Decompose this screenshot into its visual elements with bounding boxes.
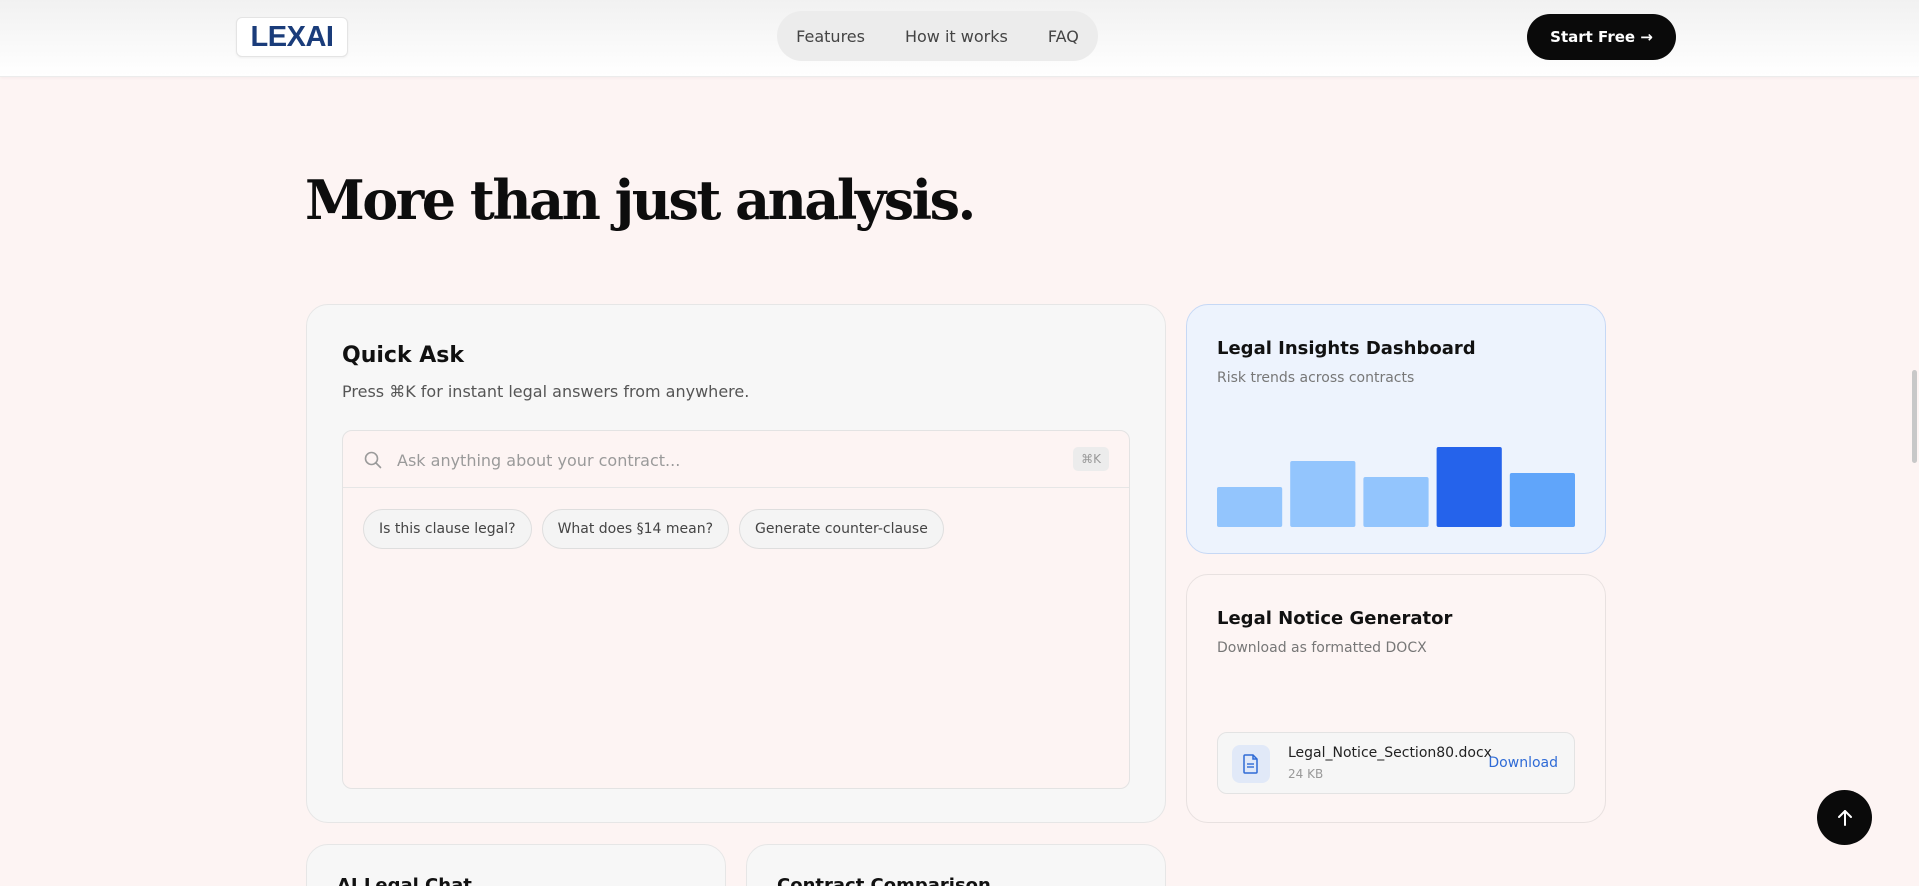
risk-bar-chart: [1217, 447, 1575, 527]
risk-bar: [1436, 447, 1502, 527]
file-size: 24 KB: [1288, 767, 1324, 781]
file-name: Legal_Notice_Section80.docx: [1288, 745, 1492, 761]
insights-title: Legal Insights Dashboard: [1217, 338, 1476, 359]
section-heading: More than just analysis.: [305, 168, 976, 232]
ai-legal-chat-card: AI Legal Chat: [306, 844, 726, 886]
quick-ask-card: Quick Ask Press ⌘K for instant legal ans…: [306, 304, 1166, 823]
search-row: ⌘K: [343, 431, 1129, 488]
ai-legal-chat-title: AI Legal Chat: [337, 875, 472, 886]
main-nav: Features How it works FAQ: [777, 11, 1098, 61]
start-free-button[interactable]: Start Free →: [1527, 14, 1676, 60]
download-link[interactable]: Download: [1488, 755, 1558, 771]
nav-how-it-works[interactable]: How it works: [905, 27, 1008, 46]
quick-ask-panel: ⌘K Is this clause legal? What does §14 m…: [342, 430, 1130, 789]
risk-bar: [1509, 473, 1575, 527]
risk-bar: [1363, 477, 1429, 527]
notice-title: Legal Notice Generator: [1217, 608, 1453, 629]
notice-subtitle: Download as formatted DOCX: [1217, 640, 1427, 656]
quick-ask-title: Quick Ask: [342, 343, 464, 368]
nav-faq[interactable]: FAQ: [1048, 27, 1079, 46]
suggestion-chip[interactable]: Generate counter-clause: [739, 509, 944, 549]
logo-text: LEXAI: [250, 20, 334, 53]
contract-comparison-title: Contract Comparison: [777, 875, 991, 886]
risk-bar: [1290, 461, 1356, 527]
search-icon: [364, 451, 382, 469]
scroll-to-top-button[interactable]: [1817, 790, 1872, 845]
nav-features[interactable]: Features: [796, 27, 865, 46]
quick-ask-input[interactable]: [397, 445, 1037, 475]
file-item: Legal_Notice_Section80.docx 24 KB Downlo…: [1217, 732, 1575, 794]
quick-ask-subtitle: Press ⌘K for instant legal answers from …: [342, 382, 750, 401]
document-icon: [1232, 745, 1270, 783]
logo[interactable]: LEXAI: [236, 17, 348, 57]
arrow-up-icon: [1837, 809, 1852, 826]
contract-comparison-card: Contract Comparison: [746, 844, 1166, 886]
page-scrollbar[interactable]: [1912, 370, 1917, 463]
site-header: LEXAI Features How it works FAQ Start Fr…: [0, 0, 1919, 77]
insights-subtitle: Risk trends across contracts: [1217, 370, 1415, 386]
notice-card: Legal Notice Generator Download as forma…: [1186, 574, 1606, 823]
insights-card[interactable]: Legal Insights Dashboard Risk trends acr…: [1186, 304, 1606, 554]
suggestion-chip[interactable]: Is this clause legal?: [363, 509, 532, 549]
shortcut-badge: ⌘K: [1073, 447, 1109, 471]
suggestion-chip[interactable]: What does §14 mean?: [541, 509, 730, 549]
risk-bar: [1217, 487, 1283, 527]
suggestion-chips: Is this clause legal? What does §14 mean…: [363, 509, 944, 549]
